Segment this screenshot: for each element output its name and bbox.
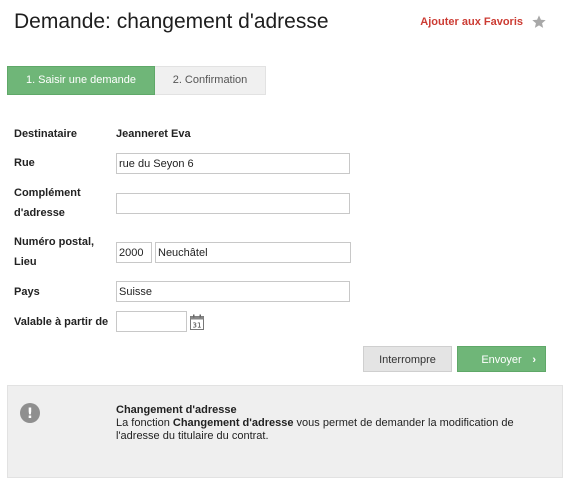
recipient-value: Jeanneret Eva	[116, 128, 191, 140]
exclamation-icon: !	[20, 403, 40, 423]
recipient-label: Destinataire	[14, 128, 77, 140]
info-text-prefix: La fonction	[116, 417, 173, 429]
favorites-label: Ajouter aux Favoris	[420, 16, 523, 28]
complement-label-line2: d'adresse	[14, 207, 65, 219]
country-label: Pays	[14, 286, 40, 298]
page-title: Demande: changement d'adresse	[14, 10, 329, 33]
street-input[interactable]	[116, 153, 350, 174]
postal-label: Numéro postal, Lieu	[14, 232, 94, 272]
info-description: La fonction Changement d'adresse vous pe…	[116, 417, 536, 443]
add-to-favorites-link[interactable]: Ajouter aux Favoris	[420, 14, 547, 30]
exclamation-glyph: !	[27, 406, 33, 422]
cancel-button-label: Interrompre	[379, 354, 436, 366]
progress-steps: 1. Saisir une demande 2. Confirmation	[7, 66, 266, 95]
street-label: Rue	[14, 157, 35, 169]
calendar-icon[interactable]: 31	[190, 314, 204, 330]
info-title: Changement d'adresse	[116, 404, 237, 416]
cancel-button[interactable]: Interrompre	[363, 346, 452, 372]
step-enter-request: 1. Saisir une demande	[7, 66, 155, 95]
valid-from-label: Valable à partir de	[14, 316, 109, 328]
address-complement-input[interactable]	[116, 193, 350, 214]
valid-from-date-input[interactable]	[116, 311, 187, 332]
send-button-label: Envoyer	[481, 354, 522, 366]
complement-label-line1: Complément	[14, 187, 81, 199]
step-confirmation: 2. Confirmation	[155, 66, 266, 95]
city-input[interactable]	[155, 242, 351, 263]
calendar-day: 31	[193, 322, 202, 330]
send-button[interactable]: Envoyer ›	[457, 346, 546, 372]
postal-code-input[interactable]	[116, 242, 152, 263]
info-panel: ! Changement d'adresse La fonction Chang…	[7, 385, 563, 478]
info-text-bold: Changement d'adresse	[172, 417, 294, 429]
postal-label-line1: Numéro postal,	[14, 236, 95, 248]
country-input[interactable]	[116, 281, 350, 302]
star-icon	[532, 15, 546, 28]
chevron-right-icon: ›	[532, 354, 536, 366]
complement-label: Complément d'adresse	[14, 183, 81, 223]
postal-label-line2: Lieu	[14, 256, 37, 268]
